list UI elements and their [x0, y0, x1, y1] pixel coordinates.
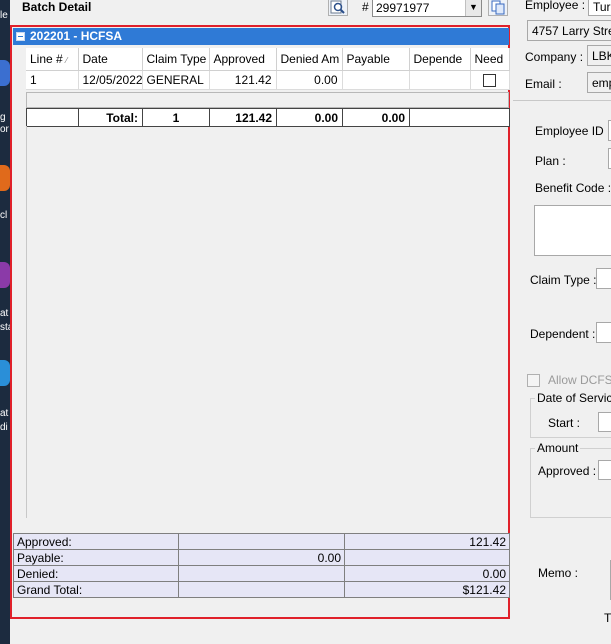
benefit-code-label: Benefit Code : — [535, 181, 611, 195]
claim-type-label: Claim Type : — [530, 273, 597, 287]
summary-label: Approved: — [13, 533, 179, 550]
taskbar-strip: le g or cl at sta at di — [0, 0, 10, 644]
grid-header-row: Line # ⁄ Date Claim Type Approved Denied… — [26, 48, 510, 71]
taskbar-tile-text: at — [0, 308, 9, 319]
table-row[interactable]: 1 12/05/2022 GENERAL 121.42 0.00 — [26, 70, 510, 90]
taskbar-tile-text: or — [0, 124, 9, 135]
collapse-icon[interactable] — [16, 32, 25, 41]
memo-label: Memo : — [538, 566, 579, 580]
approved-cell[interactable]: 121.42 — [209, 70, 277, 90]
summary-row-denied: Denied: 0.00 — [13, 565, 510, 582]
summary-label: Payable: — [13, 549, 179, 566]
taskbar-tile-text: at — [0, 408, 9, 419]
total-denied: 0.00 — [276, 108, 343, 127]
allow-dcfsa-label: Allow DCFSA — [548, 373, 611, 387]
chevron-down-icon[interactable]: ▼ — [465, 0, 481, 16]
company-label: Company : — [525, 50, 584, 64]
summary-value: 0.00 — [178, 549, 345, 566]
date-cell[interactable]: 12/05/2022 — [78, 70, 143, 90]
batch-number-select[interactable]: 29971977 ▼ — [372, 0, 482, 17]
approved-amount-field[interactable] — [598, 460, 611, 480]
total-count: 1 — [142, 108, 210, 127]
app-icon[interactable] — [0, 262, 10, 288]
taskbar-tile-text: le — [0, 10, 8, 21]
amount-group: Amount — [530, 441, 611, 518]
page-title: Batch Detail — [22, 0, 92, 14]
summary-table: Approved: 121.42 Payable: 0.00 Denied: 0… — [13, 533, 510, 598]
column-header[interactable]: Need — [470, 48, 510, 71]
total-label: Total: — [78, 108, 143, 127]
taskbar-tile-text: g — [0, 112, 6, 123]
start-label: Start : — [548, 416, 581, 430]
dependent-cell[interactable] — [409, 70, 471, 90]
dependent-select[interactable] — [596, 322, 611, 343]
payable-cell[interactable] — [342, 70, 410, 90]
new-row-area[interactable] — [26, 92, 509, 108]
line-cell[interactable]: 1 — [26, 70, 79, 90]
email-label: Email : — [525, 77, 562, 91]
approved-label: Approved : — [538, 464, 597, 478]
employee-label: Employee : — [525, 0, 586, 12]
need-checkbox[interactable] — [483, 73, 496, 87]
column-header[interactable]: Date — [78, 48, 143, 71]
batch-detail-panel: 202201 - HCFSA Line # ⁄ Date Claim Type … — [10, 25, 510, 619]
group-label: 202201 - HCFSA — [30, 29, 123, 43]
employee-id-label: Employee ID : — [535, 124, 611, 138]
copy-icon[interactable] — [488, 0, 508, 16]
date-of-service-caption: Date of Service — [535, 391, 611, 405]
total-payable: 0.00 — [342, 108, 410, 127]
allow-dcfsa-checkbox[interactable] — [527, 374, 540, 387]
company-field: LBK — [587, 45, 611, 66]
column-header[interactable]: Denied Am — [276, 48, 343, 71]
summary-label: Denied: — [13, 565, 179, 582]
summary-value: 0.00 — [344, 565, 510, 582]
column-header[interactable]: Claim Type — [142, 48, 210, 71]
dependent-label: Dependent : — [530, 327, 596, 341]
column-header[interactable]: Depende — [409, 48, 471, 71]
total-approved: 121.42 — [209, 108, 277, 127]
claim-type-select[interactable] — [596, 268, 611, 289]
amount-caption: Amount — [535, 441, 581, 455]
taskbar-tile-text: sta — [0, 322, 10, 333]
search-icon[interactable] — [328, 0, 348, 16]
summary-value: 121.42 — [344, 533, 510, 550]
column-header[interactable]: Line # ⁄ — [26, 48, 79, 71]
plan-label: Plan : — [535, 154, 566, 168]
grid-empty-area — [26, 126, 509, 518]
start-date-field[interactable] — [598, 412, 611, 432]
denied-cell[interactable]: 0.00 — [276, 70, 343, 90]
batch-hash-label: # — [362, 0, 369, 14]
summary-row-payable: Payable: 0.00 — [13, 549, 510, 566]
batch-number-value: 29971977 — [376, 1, 430, 15]
group-header[interactable]: 202201 - HCFSA — [13, 28, 509, 45]
form-divider — [513, 100, 611, 101]
need-cell — [470, 70, 510, 90]
address-field: 4757 Larry Stree — [527, 20, 611, 41]
app-icon[interactable] — [0, 60, 10, 86]
taskbar-tile-text: cl — [0, 210, 8, 221]
claim-type-cell[interactable]: GENERAL — [142, 70, 210, 90]
email-field: emp — [587, 72, 611, 93]
claims-grid: Line # ⁄ Date Claim Type Approved Denied… — [26, 48, 510, 90]
taskbar-tile-text: di — [0, 422, 8, 433]
summary-row-approved: Approved: 121.42 — [13, 533, 510, 550]
column-header[interactable]: Approved — [209, 48, 277, 71]
trailing-text: T — [604, 611, 611, 625]
app-icon[interactable] — [0, 165, 10, 191]
summary-label: Grand Total: — [13, 581, 179, 598]
summary-row-grand-total: Grand Total: $121.42 — [13, 581, 510, 598]
employee-field[interactable]: Tur — [588, 0, 611, 16]
summary-value: $121.42 — [344, 581, 510, 598]
totals-row: Total: 1 121.42 0.00 0.00 — [26, 108, 510, 127]
column-header[interactable]: Payable — [342, 48, 410, 71]
app-icon[interactable] — [0, 360, 10, 386]
benefit-code-field[interactable] — [534, 205, 611, 256]
